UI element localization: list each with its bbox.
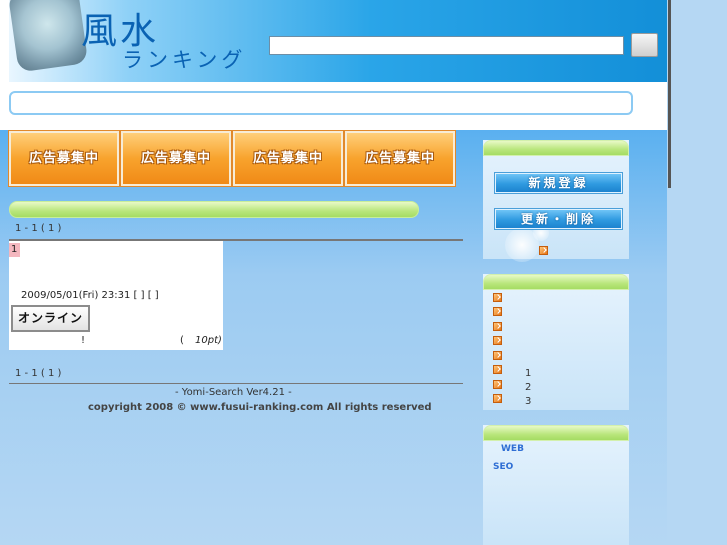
update-delete-button[interactable]: 更新・削除 — [494, 208, 623, 230]
register-button[interactable]: 新規登録 — [494, 172, 623, 194]
ad-banner-1[interactable]: 広告募集中 — [8, 130, 120, 187]
link-seo[interactable]: SEO — [493, 462, 513, 472]
result-title-row[interactable] — [9, 242, 132, 259]
result-points: 10pt) — [195, 335, 222, 346]
arrow-icon[interactable] — [493, 380, 502, 389]
pager-bottom: 1 - 1 ( 1 ) — [15, 368, 62, 379]
sidebar-links-header — [483, 425, 629, 441]
result-points-open: ( — [180, 335, 184, 346]
result-date: 2009/05/01(Fri) 23:31 [ ] [ ] — [21, 290, 159, 301]
result-comment: ! — [81, 335, 86, 346]
search-button[interactable] — [631, 33, 658, 57]
navigation-bar — [9, 91, 633, 115]
footer-version: - Yomi-Search Ver4.21 - — [175, 387, 292, 398]
online-badge[interactable]: オンライン — [11, 305, 90, 332]
page-edge-divider — [668, 0, 671, 188]
arrow-icon[interactable] — [493, 322, 502, 331]
site-logo-subtitle[interactable]: ランキング — [122, 44, 246, 74]
sidebar-member-header — [483, 140, 629, 156]
arrow-icon[interactable] — [493, 307, 502, 316]
arrow-icon[interactable] — [493, 336, 502, 345]
content-title-bar — [9, 201, 419, 218]
rank-item-3[interactable]: 3 — [525, 396, 531, 407]
compass-logo-icon — [9, 0, 89, 73]
result-number: 1 — [9, 243, 20, 257]
sidebar-links-box — [483, 425, 629, 545]
arrow-icon[interactable] — [493, 365, 502, 374]
ad-banner-4[interactable]: 広告募集中 — [344, 130, 456, 187]
ad-banner-3[interactable]: 広告募集中 — [232, 130, 344, 187]
rank-item-1[interactable]: 1 — [525, 368, 531, 379]
arrow-icon[interactable] — [493, 394, 502, 403]
page-right-margin — [667, 0, 727, 545]
ad-banner-2[interactable]: 広告募集中 — [120, 130, 232, 187]
search-input[interactable] — [269, 36, 624, 55]
rank-item-2[interactable]: 2 — [525, 382, 531, 393]
divider-bottom — [9, 383, 463, 384]
site-header: 風水 ランキング — [9, 0, 667, 82]
arrow-icon[interactable] — [493, 293, 502, 302]
pager-top: 1 - 1 ( 1 ) — [15, 223, 62, 234]
sidebar-ranking-header — [483, 274, 629, 290]
footer-copyright: copyright 2008 © www.fusui-ranking.com A… — [88, 402, 432, 413]
link-web[interactable]: WEB — [501, 444, 524, 454]
arrow-icon[interactable] — [539, 246, 548, 255]
arrow-icon[interactable] — [493, 351, 502, 360]
sidebar-ranking-box — [483, 274, 629, 410]
